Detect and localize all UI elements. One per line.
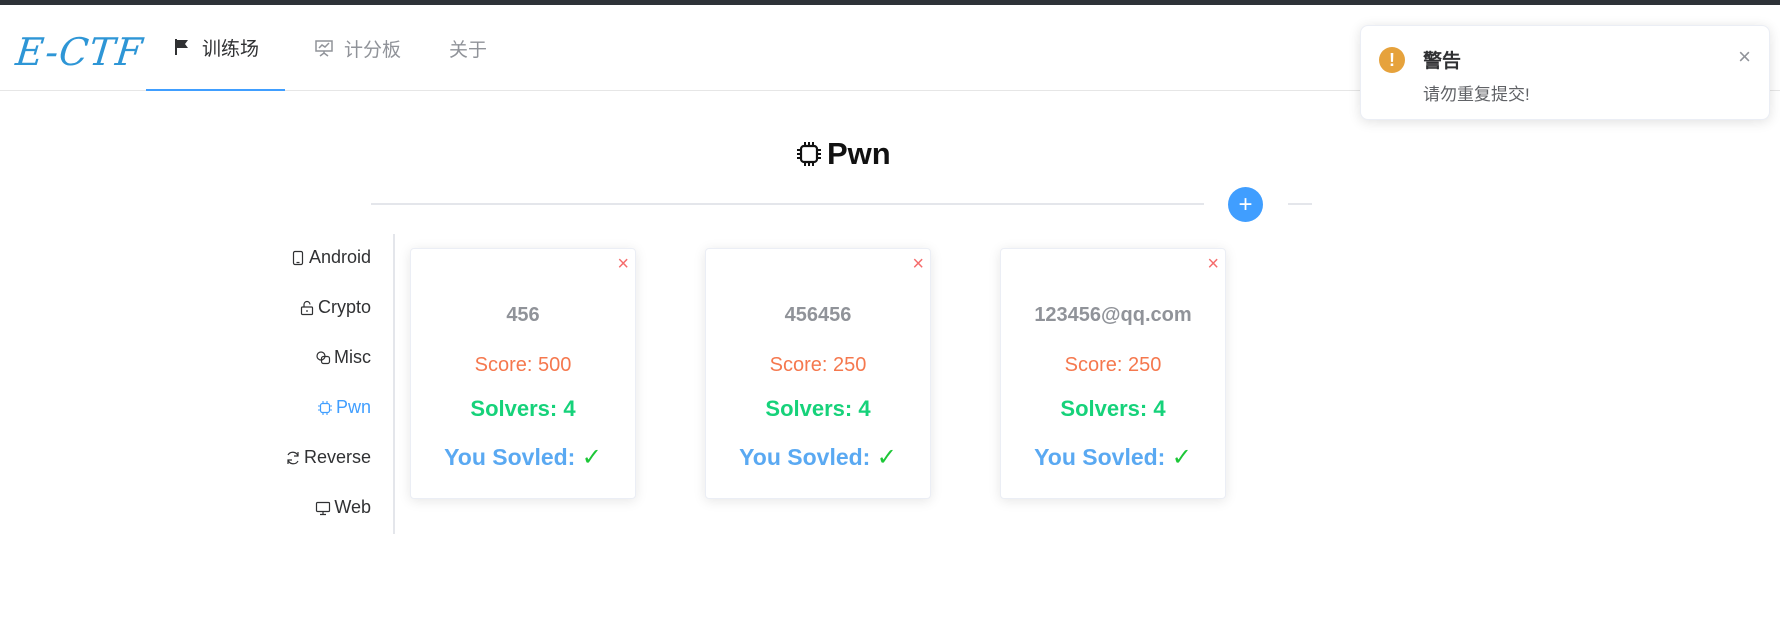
challenge-name: 456456 [784,304,852,326]
phone-icon [292,250,304,265]
divider [1288,203,1312,205]
category-web[interactable]: Web [315,497,371,518]
flag-icon [174,39,188,55]
solved-label: You Sovled: [739,444,871,470]
challenge-solvers: Solvers: 4 [765,396,871,421]
warning-icon: ! [1379,47,1405,73]
solved-label: You Sovled: [1034,444,1166,470]
section-title: Pwn [827,136,891,171]
notification-message: 请勿重复提交! [1423,85,1530,104]
challenge-solved-status: You Sovled: ✓ [706,443,930,472]
nav-scoreboard-label: 计分板 [344,39,402,61]
challenge-solvers: Solvers: 4 [1060,396,1166,421]
category-label: Pwn [335,397,371,417]
category-label: Crypto [317,297,371,317]
category-label: Android [308,247,371,267]
delete-challenge-button[interactable]: × [617,253,629,276]
logo[interactable]: E-CTF [14,30,146,74]
link-icon [316,350,331,364]
challenge-card[interactable]: × 456 Score: 500 Solvers: 4 You Sovled: … [410,248,636,499]
monitor-icon [316,501,331,515]
delete-challenge-button[interactable]: × [912,253,924,276]
check-icon: ✓ [1171,444,1192,471]
nav-scoreboard[interactable]: 计分板 [314,5,401,91]
nav-training[interactable]: 训练场 [146,5,285,91]
add-challenge-button[interactable]: + [1228,187,1263,222]
challenge-score: Score: 250 [769,354,867,376]
nav-about-label: 关于 [449,39,488,61]
category-label: Web [334,497,371,517]
category-crypto[interactable]: Crypto [299,297,371,318]
check-icon: ✓ [876,444,897,471]
category-sidebar: Android Crypto Misc Pwn Reverse Web [250,234,395,534]
challenge-card[interactable]: × 123456@qq.com Score: 250 Solvers: 4 Yo… [1000,248,1226,499]
category-misc[interactable]: Misc [315,347,371,368]
cpu-icon [317,400,332,415]
section-heading: Pwn [795,136,891,172]
solved-label: You Sovled: [444,444,576,470]
delete-challenge-button[interactable]: × [1207,253,1219,276]
challenge-solved-status: You Sovled: ✓ [411,443,635,472]
challenge-score: Score: 250 [1064,354,1162,376]
nav-about[interactable]: 关于 [449,5,487,91]
category-reverse[interactable]: Reverse [285,447,371,468]
challenge-name: 123456@qq.com [1034,304,1192,326]
challenge-name: 456 [506,304,540,326]
close-icon[interactable]: × [1738,44,1751,70]
category-android[interactable]: Android [290,247,371,268]
presentation-icon [315,40,333,57]
category-label: Misc [334,347,371,367]
check-icon: ✓ [581,444,602,471]
category-label: Reverse [303,447,371,467]
divider [371,203,1204,205]
challenge-card[interactable]: × 456456 Score: 250 Solvers: 4 You Sovle… [705,248,931,499]
challenge-solvers: Solvers: 4 [470,396,576,421]
refresh-icon [287,451,299,464]
nav-training-label: 训练场 [201,38,259,60]
lock-icon [300,300,314,315]
challenge-score: Score: 500 [474,354,572,376]
category-pwn[interactable]: Pwn [317,397,371,418]
cpu-icon [797,142,821,166]
notification-title: 警告 [1423,51,1462,72]
warning-notification: ! 警告 请勿重复提交! × [1360,25,1770,120]
challenge-solved-status: You Sovled: ✓ [1001,443,1225,472]
